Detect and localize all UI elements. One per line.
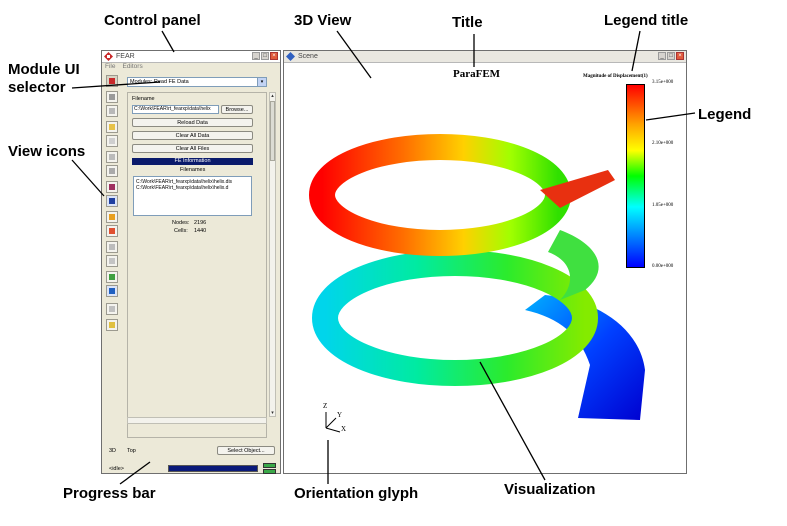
legend-tick-1: 1.05e+000 xyxy=(652,203,674,208)
legend-tick-max: 3.15e+000 xyxy=(652,80,674,85)
axis-z-label: Z xyxy=(323,402,328,410)
plot-title: ParaFEM xyxy=(453,68,501,80)
legend-tick-2: 2.10e+000 xyxy=(652,141,674,146)
legend-title: Magnitude of Displacement(1) xyxy=(583,74,648,79)
axis-x-label: X xyxy=(341,425,347,433)
orientation-glyph xyxy=(325,412,341,433)
legend-color-bar xyxy=(626,84,645,268)
legend-tick-min: 0.00e+000 xyxy=(652,264,674,269)
helix-visualization[interactable] xyxy=(0,0,787,526)
axis-y-label: Y xyxy=(337,411,343,419)
